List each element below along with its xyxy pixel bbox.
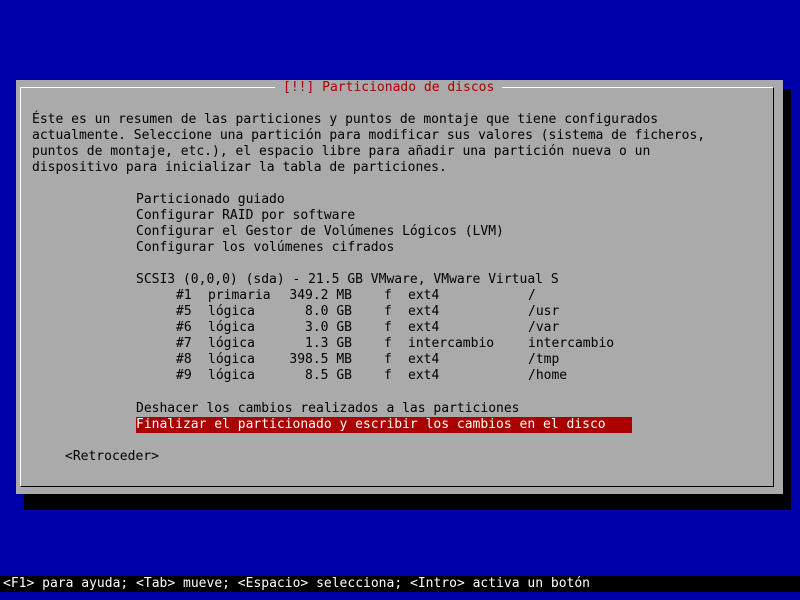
partition-filesystem: ext4 — [408, 352, 440, 367]
partition-flag: f — [384, 304, 392, 319]
description-line-3: puntos de montaje, etc.), el espacio lib… — [32, 144, 651, 159]
partition-flag: f — [384, 336, 392, 351]
menu-configure-lvm[interactable]: Configurar el Gestor de Volúmenes Lógico… — [136, 224, 504, 240]
menu-configure-raid[interactable]: Configurar RAID por software — [136, 208, 355, 224]
partition-type: lógica — [208, 352, 255, 367]
partition-mountpoint: intercambio — [528, 336, 615, 351]
partition-size: 3.0 GB — [305, 320, 352, 335]
partition-filesystem: ext4 — [408, 304, 440, 319]
partition-number: #5 — [176, 304, 192, 319]
partition-filesystem: ext4 — [408, 320, 440, 335]
partition-number: #8 — [176, 352, 192, 367]
partition-mountpoint: /tmp — [528, 352, 560, 367]
menu-configure-encrypted[interactable]: Configurar los volúmenes cifrados — [136, 240, 394, 256]
partition-mountpoint: / — [528, 288, 536, 303]
partition-mountpoint: /usr — [528, 304, 560, 319]
partition-number: #1 — [176, 288, 192, 303]
partition-type: lógica — [208, 336, 255, 351]
menu-undo-changes[interactable]: Deshacer los cambios realizados a las pa… — [136, 401, 520, 417]
partition-mountpoint: /var — [528, 320, 560, 335]
menu-finish-partitioning[interactable]: Finalizar el particionado y escribir los… — [136, 417, 632, 433]
dialog-title: [!!] Particionado de discos — [275, 80, 503, 96]
partition-type: lógica — [208, 304, 255, 319]
partition-row[interactable]: #7 lógica 1.3 GB f intercambio intercamb… — [136, 336, 636, 352]
partition-filesystem: intercambio — [408, 336, 495, 351]
description-line-1: Éste es un resumen de las particiones y … — [32, 112, 659, 127]
partition-flag: f — [384, 288, 392, 303]
disk-sda[interactable]: SCSI3 (0,0,0) (sda) - 21.5 GB VMware, VM… — [136, 272, 559, 288]
partition-type: primaria — [208, 288, 271, 303]
partition-dialog: [!!] Particionado de discos Éste es un r… — [16, 80, 783, 494]
partition-filesystem: ext4 — [408, 368, 440, 383]
partition-size: 349.2 MB — [289, 288, 352, 303]
partition-size: 8.5 GB — [305, 368, 352, 383]
partition-size: 8.0 GB — [305, 304, 352, 319]
partition-row[interactable]: #6 lógica 3.0 GB f ext4 /var — [136, 320, 636, 336]
partition-flag: f — [384, 352, 392, 367]
menu-guided-partitioning[interactable]: Particionado guiado — [136, 192, 285, 208]
partition-type: lógica — [208, 320, 255, 335]
partition-row[interactable]: #1 primaria 349.2 MB f ext4 / — [136, 288, 636, 304]
partition-number: #9 — [176, 368, 192, 383]
description-line-2: actualmente. Seleccione una partición pa… — [32, 128, 706, 143]
partition-row[interactable]: #8 lógica 398.5 MB f ext4 /tmp — [136, 352, 636, 368]
partition-flag: f — [384, 320, 392, 335]
partition-number: #6 — [176, 320, 192, 335]
description-line-4: dispositivo para inicializar la tabla de… — [32, 160, 447, 175]
partition-row[interactable]: #5 lógica 8.0 GB f ext4 /usr — [136, 304, 636, 320]
partition-row[interactable]: #9 lógica 8.5 GB f ext4 /home — [136, 368, 636, 384]
partition-size: 398.5 MB — [289, 352, 352, 367]
partition-type: lógica — [208, 368, 255, 383]
partition-mountpoint: /home — [528, 368, 568, 383]
partition-filesystem: ext4 — [408, 288, 440, 303]
help-statusbar: <F1> para ayuda; <Tab> mueve; <Espacio> … — [0, 576, 800, 592]
partition-flag: f — [384, 368, 392, 383]
partition-size: 1.3 GB — [305, 336, 352, 351]
partition-number: #7 — [176, 336, 192, 351]
back-button[interactable]: <Retroceder> — [65, 449, 159, 465]
